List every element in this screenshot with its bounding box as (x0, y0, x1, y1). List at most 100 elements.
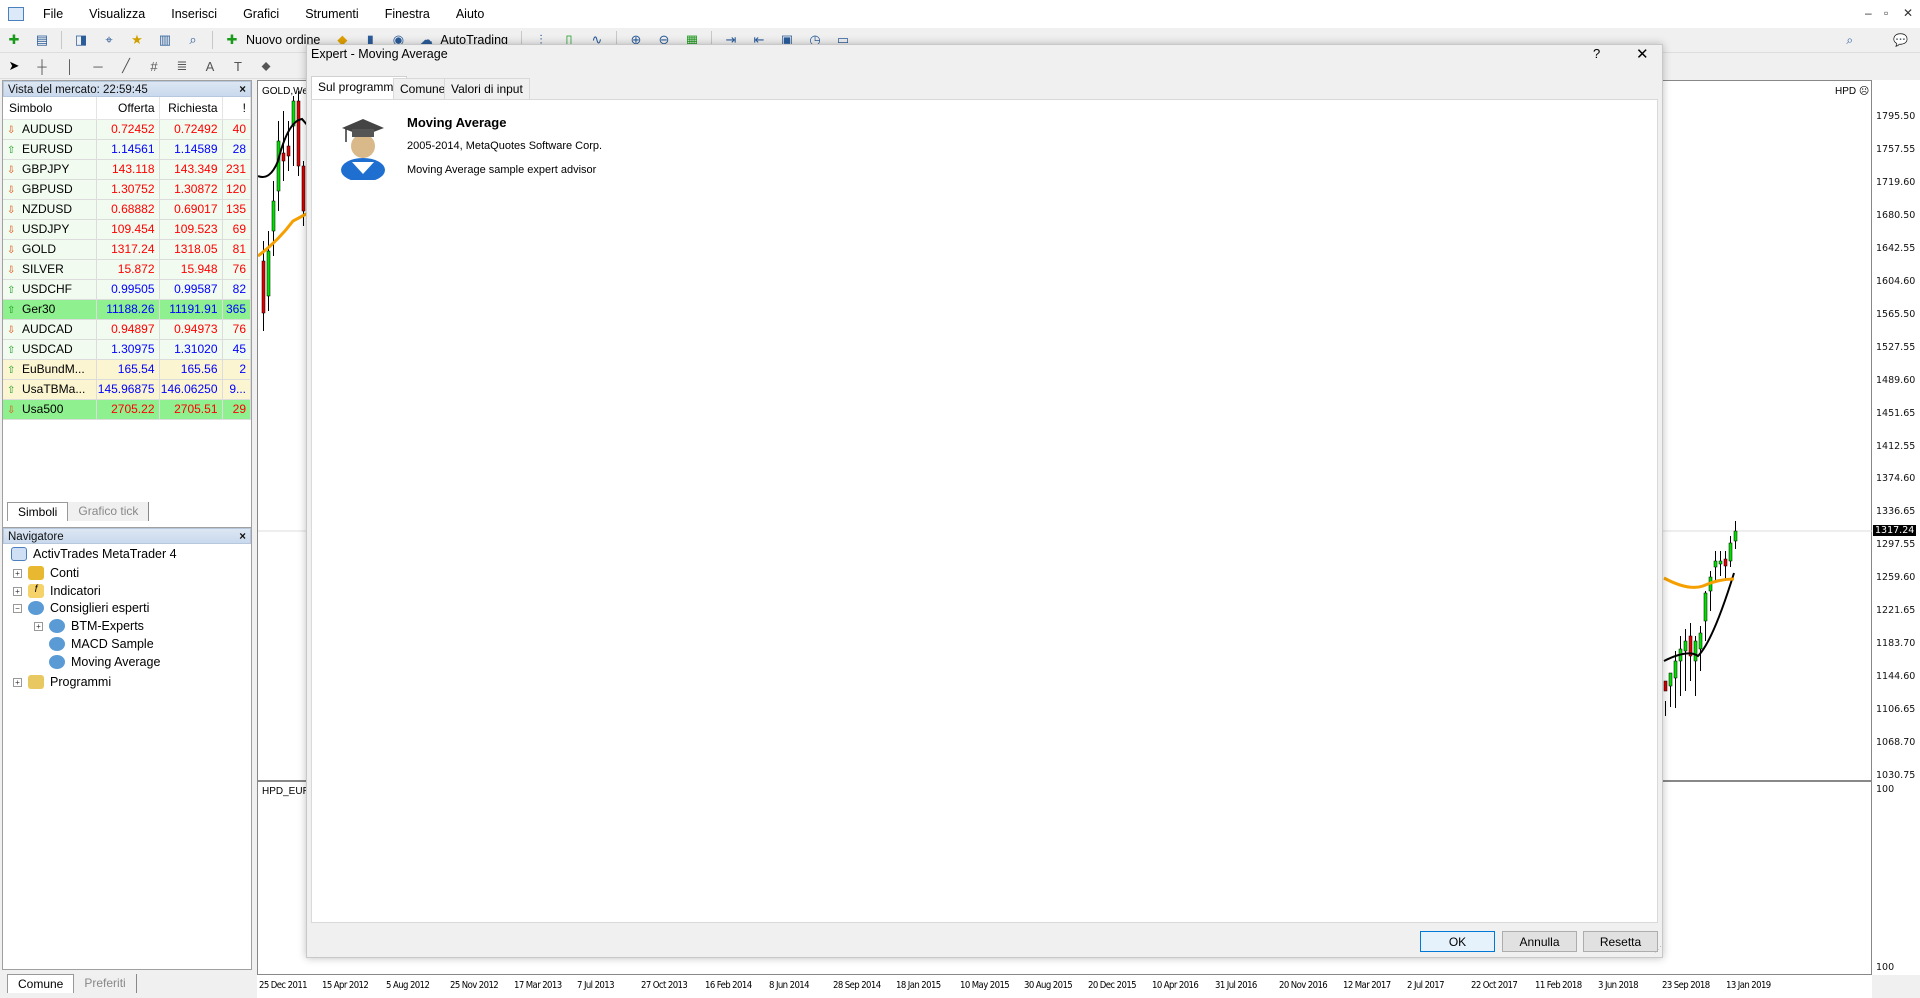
time-tick: 10 May 2015 (960, 980, 1010, 991)
market-row[interactable]: ⇧ Ger30 11188.26 11191.91 365 (3, 299, 251, 320)
fibonacci-icon[interactable]: ≣ (171, 56, 193, 76)
nav-root[interactable]: ActivTrades MetaTrader 4 (11, 545, 177, 563)
crosshair-icon[interactable]: ┼ (31, 56, 53, 76)
strategy-tester-icon[interactable]: ⌕ (182, 30, 204, 50)
dialog-close-button[interactable]: ✕ (1636, 45, 1649, 63)
restore-icon[interactable]: ▫ (1884, 6, 1888, 20)
market-row[interactable]: ⇩ AUDUSD 0.72452 0.72492 40 (3, 119, 251, 140)
horizontal-line-icon[interactable]: ─ (87, 56, 109, 76)
text-icon[interactable]: A (199, 56, 221, 76)
dialog-title: Expert - Moving Average (311, 47, 448, 61)
cancel-button[interactable]: Annulla (1502, 931, 1577, 952)
time-tick: 30 Aug 2015 (1024, 980, 1073, 991)
line-studies-toolbar: ➤ ┼ │ ─ ╱ # ≣ A T ⬥ (0, 54, 310, 79)
nav-item-programmi[interactable]: + Programmi (13, 673, 111, 691)
market-row[interactable]: ⇧ UsaTBMa... 145.96875 146.06250 9... (3, 379, 251, 400)
candle (276, 140, 281, 192)
nav-item-moving-average[interactable]: Moving Average (49, 653, 160, 671)
help-button[interactable]: ? (1593, 46, 1600, 61)
nav-item-consiglieri-esperti[interactable]: − Consiglieri esperti (13, 599, 149, 617)
terminal-icon[interactable]: ▥ (154, 30, 176, 50)
candle (296, 100, 301, 167)
equidistant-channel-icon[interactable]: # (143, 56, 165, 76)
bid-cell: 0.94897 (96, 319, 160, 340)
market-row[interactable]: ⇩ SILVER 15.872 15.948 76 (3, 259, 251, 280)
ask-cell: 2705.51 (159, 399, 223, 420)
nav-item-indicatori[interactable]: + f Indicatori (13, 582, 101, 600)
navigator-icon[interactable]: ★ (126, 30, 148, 50)
market-row[interactable]: ⇩ Usa500 2705.22 2705.51 29 (3, 399, 251, 420)
spread-cell: 120 (222, 179, 251, 200)
menu-grafici[interactable]: Grafici (230, 7, 292, 21)
vertical-line-icon[interactable]: │ (59, 56, 81, 76)
symbol-cell: ⇧ Ger30 (3, 299, 97, 320)
tab-grafico-tick[interactable]: Grafico tick (68, 502, 150, 521)
nav-item-conti[interactable]: + Conti (13, 564, 79, 582)
search-icon[interactable]: ⌕ (1846, 33, 1853, 48)
resize-grip-icon[interactable]: ⋰ (1654, 945, 1662, 954)
tab-comune[interactable]: Comune (7, 974, 75, 993)
menu-file[interactable]: File (30, 7, 76, 21)
spread-cell: 231 (222, 159, 251, 180)
market-watch-icon[interactable]: ◨ (70, 30, 92, 50)
market-row[interactable]: ⇩ GBPJPY 143.118 143.349 231 (3, 159, 251, 180)
tab-valori-di-input[interactable]: Valori di input (444, 78, 530, 99)
expand-icon[interactable]: + (34, 621, 43, 631)
cursor-icon[interactable]: ➤ (3, 56, 25, 76)
arrows-icon[interactable]: ⬥ (255, 56, 277, 76)
market-row[interactable]: ⇧ USDCHF 0.99505 0.99587 82 (3, 279, 251, 300)
new-order-icon[interactable]: ✚ (221, 30, 243, 50)
close-icon[interactable]: × (239, 82, 246, 98)
menu-strumenti[interactable]: Strumenti (292, 7, 372, 21)
time-tick: 15 Apr 2012 (322, 980, 369, 991)
market-row[interactable]: ⇩ GOLD 1317.24 1318.05 81 (3, 239, 251, 260)
menu-aiuto[interactable]: Aiuto (443, 7, 498, 21)
bid-cell: 0.99505 (96, 279, 160, 300)
crosshair-target-icon[interactable]: ⌖ (98, 30, 120, 50)
time-tick: 25 Dec 2011 (259, 980, 308, 991)
column-bid[interactable]: Offerta (96, 97, 160, 120)
column-symbol[interactable]: Simbolo (3, 97, 97, 120)
text-label-icon[interactable]: T (227, 56, 249, 76)
close-window-icon[interactable]: ✕ (1903, 6, 1913, 20)
nav-item-macd-sample[interactable]: MACD Sample (49, 635, 154, 653)
market-row[interactable]: ⇧ EURUSD 1.14561 1.14589 28 (3, 139, 251, 160)
market-row[interactable]: ⇩ NZDUSD 0.68882 0.69017 135 (3, 199, 251, 220)
trendline-icon[interactable]: ╱ (115, 56, 137, 76)
expand-icon[interactable]: + (13, 677, 22, 687)
arrow-down-icon: ⇩ (7, 205, 16, 216)
market-row[interactable]: ⇧ EuBundM... 165.54 165.56 2 (3, 359, 251, 380)
menu-visualizza[interactable]: Visualizza (76, 7, 158, 21)
column-spread[interactable]: ! (222, 97, 251, 120)
time-tick: 23 Sep 2018 (1662, 980, 1710, 991)
market-row[interactable]: ⇩ GBPUSD 1.30752 1.30872 120 (3, 179, 251, 200)
chat-icon[interactable]: 💬 (1893, 33, 1908, 47)
ok-button[interactable]: OK (1420, 931, 1495, 952)
bid-cell: 11188.26 (96, 299, 160, 320)
market-row[interactable]: ⇩ USDJPY 109.454 109.523 69 (3, 219, 251, 240)
expert-dialog: Expert - Moving Average ? ✕ Sul programm… (306, 44, 1663, 958)
nav-label: Conti (50, 566, 80, 580)
collapse-icon[interactable]: − (13, 603, 22, 613)
tab-preferiti[interactable]: Preferiti (74, 974, 137, 993)
new-chart-icon[interactable]: ✚ (3, 30, 25, 50)
profiles-icon[interactable]: ▤ (31, 30, 53, 50)
candle (1663, 680, 1668, 692)
menu-finestra[interactable]: Finestra (372, 7, 443, 21)
nav-item-btm-experts[interactable]: + BTM-Experts (34, 617, 144, 635)
arrow-down-icon: ⇩ (7, 165, 16, 176)
nav-label: Moving Average (71, 655, 161, 669)
expand-icon[interactable]: + (13, 586, 22, 596)
market-row[interactable]: ⇩ AUDCAD 0.94897 0.94973 76 (3, 319, 251, 340)
ask-cell: 1318.05 (159, 239, 223, 260)
column-ask[interactable]: Richiesta (159, 97, 223, 120)
time-tick: 18 Jan 2015 (896, 980, 941, 991)
menu-inserisci[interactable]: Inserisci (158, 7, 230, 21)
market-row[interactable]: ⇧ USDCAD 1.30975 1.31020 45 (3, 339, 251, 360)
expand-icon[interactable]: + (13, 568, 22, 578)
symbol-cell: ⇧ UsaTBMa... (3, 379, 97, 400)
reset-button[interactable]: Resetta (1583, 931, 1658, 952)
minimize-icon[interactable]: – (1865, 6, 1872, 20)
tab-simboli[interactable]: Simboli (7, 502, 69, 521)
close-icon[interactable]: × (239, 529, 246, 545)
